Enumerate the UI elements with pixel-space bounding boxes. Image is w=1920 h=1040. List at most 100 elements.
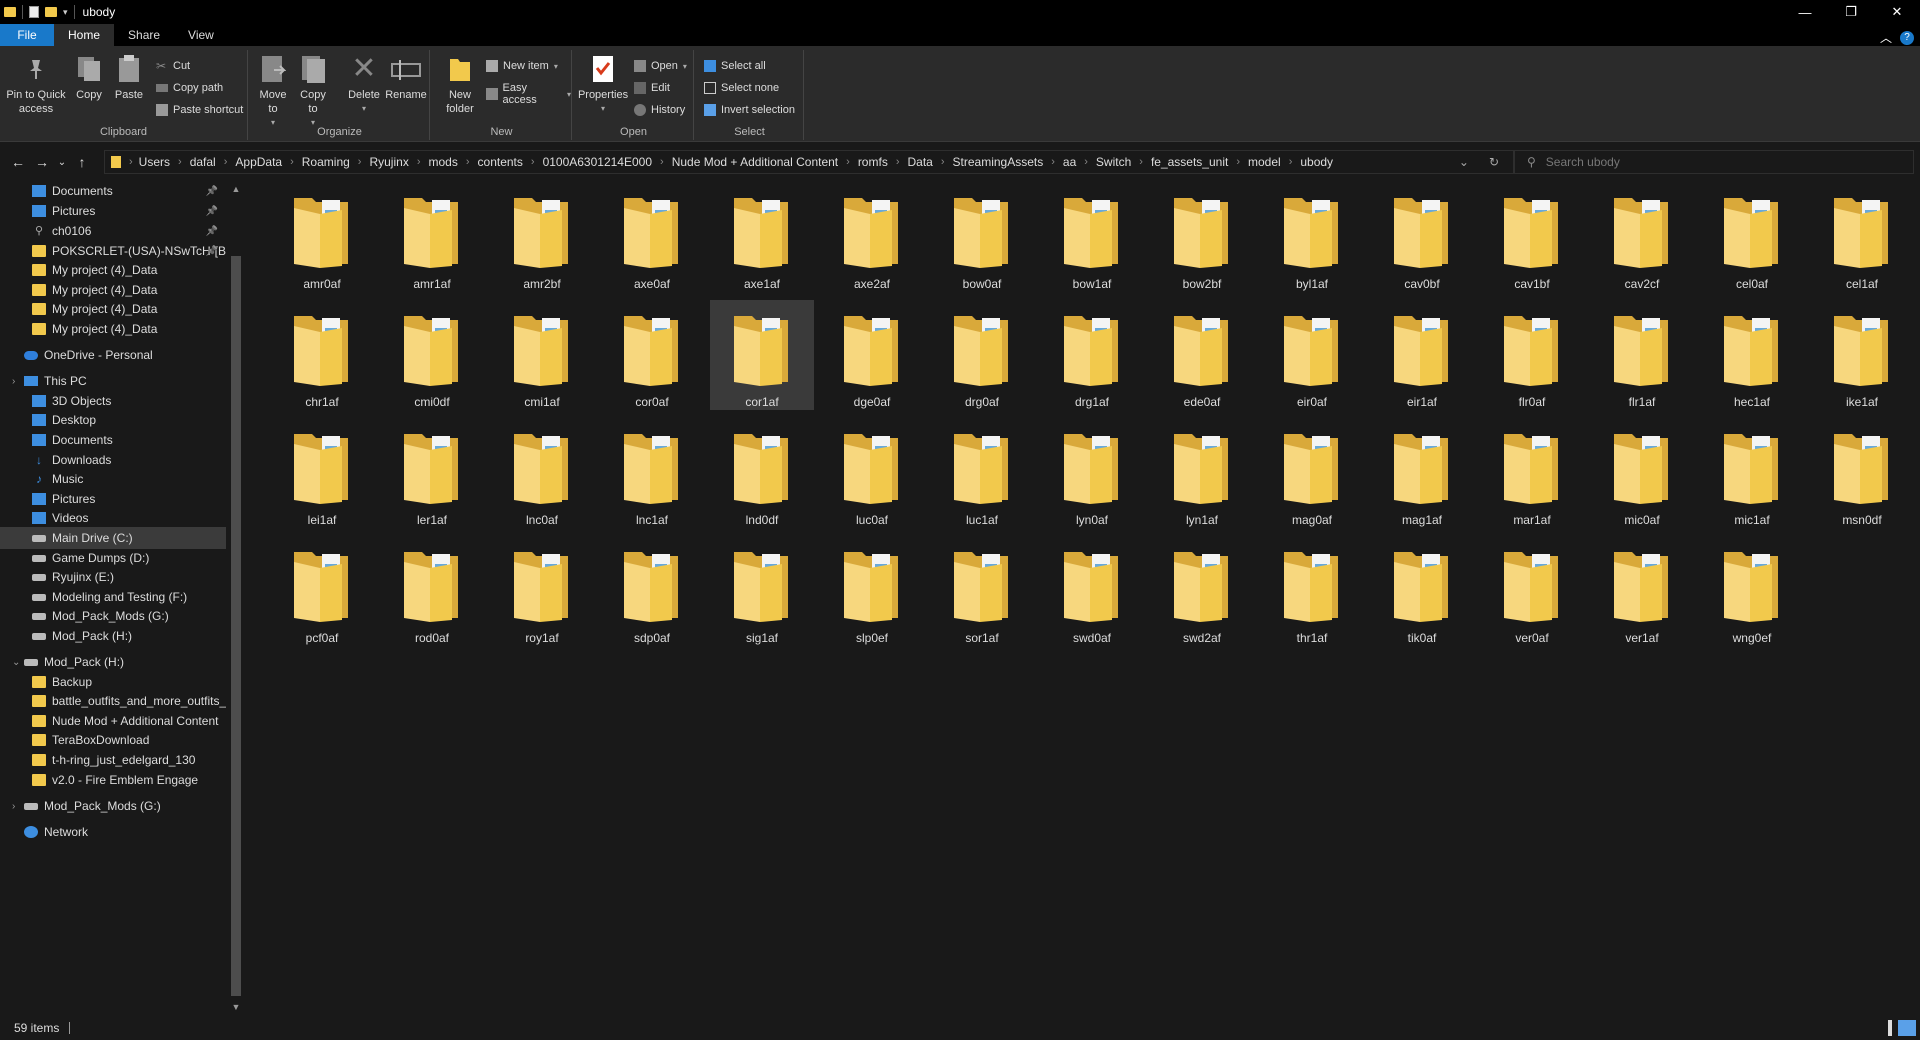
search-input[interactable] — [1545, 155, 1846, 169]
nav-item[interactable]: battle_outfits_and_more_outfits_2 — [0, 690, 226, 712]
nav-item[interactable]: t-h-ring_just_edelgard_130 — [0, 749, 226, 771]
help-icon[interactable]: ? — [1900, 30, 1914, 45]
nav-item[interactable]: Main Drive (C:) — [0, 527, 226, 549]
select-all-button[interactable]: Select all — [704, 60, 766, 72]
nav-item[interactable]: Documents 📌 — [0, 180, 226, 202]
breadcrumb-item[interactable]: 0100A6301214E000 — [543, 155, 652, 169]
breadcrumb-item[interactable]: contents — [478, 155, 523, 169]
scroll-up-icon[interactable]: ▲ — [229, 184, 243, 194]
nav-item[interactable]: TeraBoxDownload — [0, 729, 226, 751]
address-dropdown-icon[interactable]: ⌄ — [1459, 155, 1469, 169]
copy-to-button[interactable]: Copy to ▾ — [296, 54, 330, 130]
scroll-down-icon[interactable]: ▼ — [229, 1002, 243, 1012]
breadcrumb-separator-icon[interactable]: › — [941, 156, 945, 168]
nav-item[interactable]: ⌄ Mod_Pack (H:) — [0, 651, 226, 673]
breadcrumb-separator-icon[interactable]: › — [224, 156, 228, 168]
collapse-ribbon-icon[interactable]: ︿ — [1880, 29, 1892, 46]
breadcrumb-item[interactable]: model — [1248, 155, 1281, 169]
folder-item[interactable]: roy1af — [490, 536, 594, 646]
breadcrumb-separator-icon[interactable]: › — [358, 156, 362, 168]
edit-button[interactable]: Edit — [634, 82, 670, 94]
breadcrumb-item[interactable]: mods — [429, 155, 458, 169]
breadcrumb-separator-icon[interactable]: › — [178, 156, 182, 168]
breadcrumb-separator-icon[interactable]: › — [466, 156, 470, 168]
tab-home[interactable]: Home — [54, 24, 115, 46]
folder-item[interactable]: mic0af — [1590, 418, 1694, 528]
nav-item[interactable]: My project (4)_Data — [0, 318, 226, 340]
up-arrow-icon[interactable]: ↑ — [70, 154, 94, 170]
folder-item[interactable]: eir0af — [1260, 300, 1364, 410]
nav-item[interactable]: Mod_Pack_Mods (G:) — [0, 605, 226, 627]
rename-button[interactable]: Rename — [385, 54, 427, 102]
breadcrumb-item[interactable]: Users — [139, 155, 170, 169]
folder-item[interactable]: thr1af — [1260, 536, 1364, 646]
breadcrumb-item[interactable]: romfs — [858, 155, 888, 169]
nav-item[interactable]: › This PC — [0, 370, 226, 392]
tab-share[interactable]: Share — [114, 24, 174, 46]
folder-item[interactable]: lyn0af — [1040, 418, 1144, 528]
folder-item[interactable]: amr0af — [270, 182, 374, 292]
customize-quick-access-icon[interactable]: ▾ — [63, 7, 68, 18]
folder-item[interactable]: mar1af — [1480, 418, 1584, 528]
paste-shortcut-button[interactable]: Paste shortcut — [156, 104, 243, 116]
folder-item[interactable]: wng0ef — [1700, 536, 1804, 646]
folder-item[interactable]: ede0af — [1150, 300, 1254, 410]
folder-item[interactable]: axe2af — [820, 182, 924, 292]
forward-arrow-icon[interactable]: → — [30, 154, 54, 170]
expand-chevron-icon[interactable]: ⌄ — [12, 657, 20, 668]
folder-item[interactable]: cav0bf — [1370, 182, 1474, 292]
breadcrumb-item[interactable]: fe_assets_unit — [1151, 155, 1228, 169]
breadcrumb-item[interactable]: AppData — [235, 155, 282, 169]
folder-item[interactable]: axe1af — [710, 182, 814, 292]
breadcrumb-separator-icon[interactable]: › — [531, 156, 535, 168]
folder-item[interactable]: cor1af — [710, 300, 814, 410]
paste-button[interactable]: Paste — [112, 54, 146, 102]
back-arrow-icon[interactable]: ← — [6, 154, 30, 170]
nav-item[interactable]: Documents — [0, 429, 226, 451]
nav-item[interactable]: OneDrive - Personal — [0, 344, 226, 366]
folder-item[interactable]: chr1af — [270, 300, 374, 410]
nav-item[interactable]: ♪ Music — [0, 468, 226, 490]
expand-chevron-icon[interactable]: › — [12, 801, 15, 812]
breadcrumb-separator-icon[interactable]: › — [1289, 156, 1293, 168]
minimize-button[interactable]: — — [1782, 0, 1828, 24]
new-item-button[interactable]: New item ▾ — [486, 60, 558, 72]
select-none-button[interactable]: Select none — [704, 82, 779, 94]
folder-item[interactable]: pcf0af — [270, 536, 374, 646]
folder-item[interactable]: luc0af — [820, 418, 924, 528]
breadcrumb-separator-icon[interactable]: › — [846, 156, 850, 168]
close-button[interactable]: ✕ — [1874, 0, 1920, 24]
folder-item[interactable]: axe0af — [600, 182, 704, 292]
folder-item[interactable]: bow0af — [930, 182, 1034, 292]
folder-item[interactable]: ver0af — [1480, 536, 1584, 646]
breadcrumb-item[interactable]: Roaming — [302, 155, 350, 169]
folder-item[interactable]: ler1af — [380, 418, 484, 528]
refresh-icon[interactable]: ↻ — [1489, 155, 1499, 169]
folder-item[interactable]: rod0af — [380, 536, 484, 646]
nav-item[interactable]: › Mod_Pack_Mods (G:) — [0, 795, 226, 817]
folder-item[interactable]: lnc0af — [490, 418, 594, 528]
folder-item[interactable]: bow1af — [1040, 182, 1144, 292]
nav-item[interactable]: Pictures 📌 — [0, 200, 226, 222]
details-view-icon[interactable] — [1888, 1020, 1892, 1036]
folder-item[interactable]: cor0af — [600, 300, 704, 410]
folder-item[interactable]: mic1af — [1700, 418, 1804, 528]
large-icons-view-icon[interactable] — [1898, 1020, 1916, 1036]
scrollbar-thumb[interactable] — [231, 256, 241, 996]
folder-item[interactable]: cav1bf — [1480, 182, 1584, 292]
folder-item[interactable]: tik0af — [1370, 536, 1474, 646]
breadcrumb-separator-icon[interactable]: › — [290, 156, 294, 168]
folder-item[interactable]: swd0af — [1040, 536, 1144, 646]
copy-button[interactable]: Copy — [72, 54, 106, 102]
history-button[interactable]: History — [634, 104, 685, 116]
nav-item[interactable]: ⚲ ch0106 📌 — [0, 220, 226, 242]
breadcrumb-item[interactable]: Switch — [1096, 155, 1131, 169]
nav-item[interactable]: Videos — [0, 507, 226, 529]
folder-item[interactable]: flr1af — [1590, 300, 1694, 410]
folder-item[interactable]: msn0df — [1810, 418, 1914, 528]
easy-access-button[interactable]: Easy access ▾ — [486, 82, 571, 106]
folder-item[interactable]: ver1af — [1590, 536, 1694, 646]
folder-item[interactable]: amr2bf — [490, 182, 594, 292]
new-folder-icon[interactable] — [45, 7, 57, 17]
nav-item[interactable]: Network — [0, 821, 226, 843]
